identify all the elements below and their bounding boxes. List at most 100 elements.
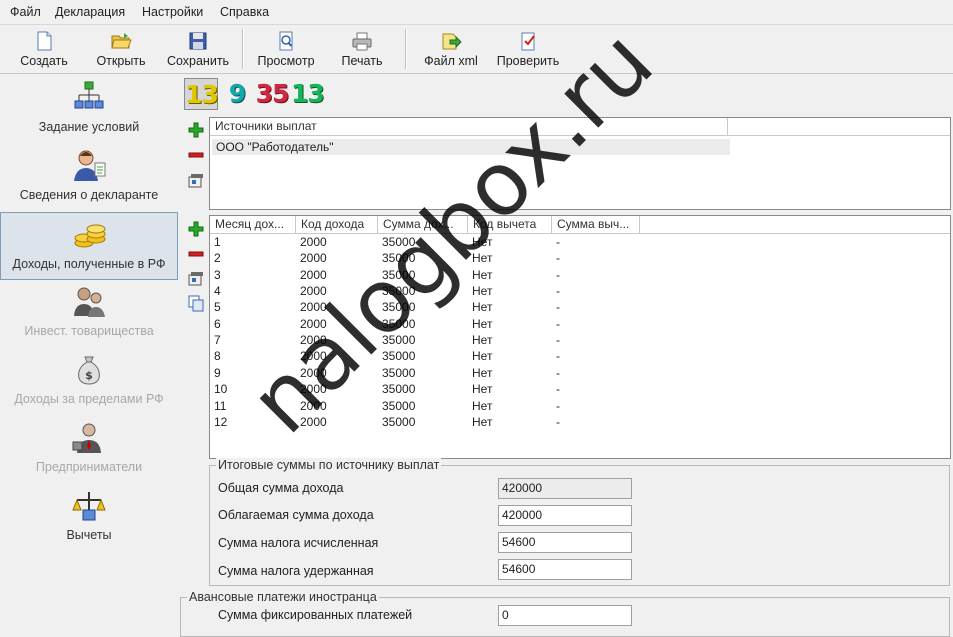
create-button[interactable]: Создать [12, 27, 76, 71]
month-cell: 7 [214, 333, 221, 348]
deduction-code-cell: Нет [472, 414, 493, 429]
deduction-sum-cell: - [556, 398, 560, 413]
toolbar-separator [405, 29, 407, 69]
deduction-sum-cell: - [556, 414, 560, 429]
total-income-label: Общая сумма дохода [218, 481, 344, 495]
table-row[interactable]: 12 2000 35000 Нет - [210, 415, 640, 431]
tab-rate-13-other[interactable]: 13 [291, 78, 325, 110]
deduction-code-cell: Нет [472, 235, 493, 249]
deduction-sum-cell: - [556, 251, 560, 266]
edit-income-icon[interactable] [187, 269, 205, 287]
tax-rate-tabs: 13 9 35 13 [181, 76, 325, 112]
table-row[interactable]: 1 2000 35000 Нет - [210, 235, 640, 251]
menu-help[interactable]: Справка [220, 5, 269, 19]
income-table: Месяц дох... Код дохода Сумма дох... Код… [209, 215, 951, 459]
tax-calculated-label: Сумма налога исчисленная [218, 536, 379, 550]
print-button[interactable]: Печать [334, 27, 390, 71]
income-code-cell: 2000 [300, 414, 327, 429]
month-cell: 12 [214, 414, 228, 429]
deduction-code-cell: Нет [472, 300, 493, 315]
list-item[interactable]: ООО "Работодатель" [212, 139, 730, 155]
check-button[interactable]: Проверить [492, 27, 564, 71]
menu-settings[interactable]: Настройки [142, 5, 203, 19]
table-row[interactable]: 4 2000 35000 Нет - [210, 284, 640, 300]
month-cell: 10 [214, 382, 228, 397]
deduction-code-cell: Нет [472, 251, 493, 266]
new-document-icon [37, 31, 52, 51]
edit-source-icon[interactable] [187, 171, 205, 189]
businessman-icon [72, 423, 101, 453]
column-header-income-code[interactable]: Код дохода [296, 216, 378, 233]
column-header-income-sum[interactable]: Сумма дох... [378, 216, 468, 233]
tab-rate-13[interactable]: 13 [184, 78, 219, 110]
deductions-icon [72, 492, 106, 521]
sidebar-item-entrepreneurs[interactable]: Предприниматели [0, 416, 178, 484]
sidebar-item-declarant[interactable]: Сведения о декларанте [0, 144, 178, 212]
income-sum-cell: 35000 [382, 333, 416, 348]
income-code-cell: 2000 [300, 235, 327, 249]
table-row[interactable]: 5 2000 35000 Нет - [210, 300, 640, 316]
income-code-cell: 2000 [300, 382, 327, 397]
table-row[interactable]: 11 2000 35000 Нет - [210, 399, 640, 415]
column-header-deduction-sum[interactable]: Сумма выч... [552, 216, 640, 233]
deduction-code-cell: Нет [472, 365, 493, 380]
income-sum-cell: 35000 [382, 251, 416, 266]
deduction-sum-cell: - [556, 267, 560, 282]
sidebar-item-income-abroad[interactable]: $ Доходы за пределами РФ [0, 348, 178, 416]
table-row[interactable]: 6 2000 35000 Нет - [210, 317, 640, 333]
hierarchy-icon [74, 81, 104, 109]
table-row[interactable]: 7 2000 35000 Нет - [210, 333, 640, 349]
tax-calculated-field[interactable]: 54600 [498, 532, 632, 553]
menu-file[interactable]: Файл [10, 5, 41, 19]
xml-file-button[interactable]: Файл xml [420, 27, 482, 71]
remove-income-icon[interactable] [187, 245, 205, 263]
menu-declaration[interactable]: Декларация [55, 5, 125, 19]
sidebar-item-income-rf[interactable]: Доходы, полученные в РФ [0, 212, 178, 280]
deduction-code-cell: Нет [472, 267, 493, 282]
deduction-sum-cell: - [556, 365, 560, 380]
fixed-payments-field[interactable]: 0 [498, 605, 632, 626]
table-row[interactable]: 2 2000 35000 Нет - [210, 251, 640, 267]
deduction-code-cell: Нет [472, 333, 493, 348]
tab-rate-9[interactable]: 9 [226, 78, 248, 110]
preview-icon [279, 31, 293, 51]
tax-withheld-field[interactable]: 54600 [498, 559, 632, 580]
deduction-code-cell: Нет [472, 284, 493, 299]
sidebar-item-conditions[interactable]: Задание условий [0, 76, 178, 144]
check-document-icon [521, 32, 535, 51]
income-sum-cell: 35000 [382, 235, 416, 249]
taxable-income-field[interactable]: 420000 [498, 505, 632, 526]
income-sum-cell: 35000 [382, 300, 416, 315]
deduction-sum-cell: - [556, 235, 560, 249]
tab-rate-35[interactable]: 35 [253, 78, 291, 110]
month-cell: 11 [214, 398, 227, 413]
preview-button[interactable]: Просмотр [252, 27, 320, 71]
sources-column-header[interactable]: Источники выплат [210, 118, 728, 135]
total-income-field: 420000 [498, 478, 632, 499]
open-button[interactable]: Открыть [90, 27, 152, 71]
xml-export-icon [442, 33, 462, 50]
income-code-cell: 2000 [300, 300, 327, 315]
tax-withheld-label: Сумма налога удержанная [218, 564, 374, 578]
table-row[interactable]: 10 2000 35000 Нет - [210, 382, 640, 398]
column-header-month[interactable]: Месяц дох... [210, 216, 296, 233]
column-header-deduction-code[interactable]: Код вычета [468, 216, 552, 233]
deduction-code-cell: Нет [472, 382, 493, 397]
taxable-income-label: Облагаемая сумма дохода [218, 508, 374, 522]
add-source-icon[interactable] [187, 121, 205, 139]
income-code-cell: 2000 [300, 365, 327, 380]
totals-title: Итоговые суммы по источнику выплат [216, 458, 442, 472]
table-row[interactable]: 8 2000 35000 Нет - [210, 349, 640, 365]
open-folder-icon [111, 33, 132, 49]
add-income-icon[interactable] [187, 220, 205, 238]
copy-income-icon[interactable] [187, 294, 205, 312]
sidebar-item-invest[interactable]: Инвест. товарищества [0, 280, 178, 348]
table-row[interactable]: 3 2000 35000 Нет - [210, 268, 640, 284]
remove-source-icon[interactable] [187, 146, 205, 164]
income-sum-cell: 35000 [382, 365, 416, 380]
save-button[interactable]: Сохранить [163, 27, 233, 71]
sidebar-item-deductions[interactable]: Вычеты [0, 484, 178, 552]
deduction-sum-cell: - [556, 284, 560, 299]
table-row[interactable]: 9 2000 35000 Нет - [210, 366, 640, 382]
advance-payments-title: Авансовые платежи иностранца [187, 590, 379, 604]
